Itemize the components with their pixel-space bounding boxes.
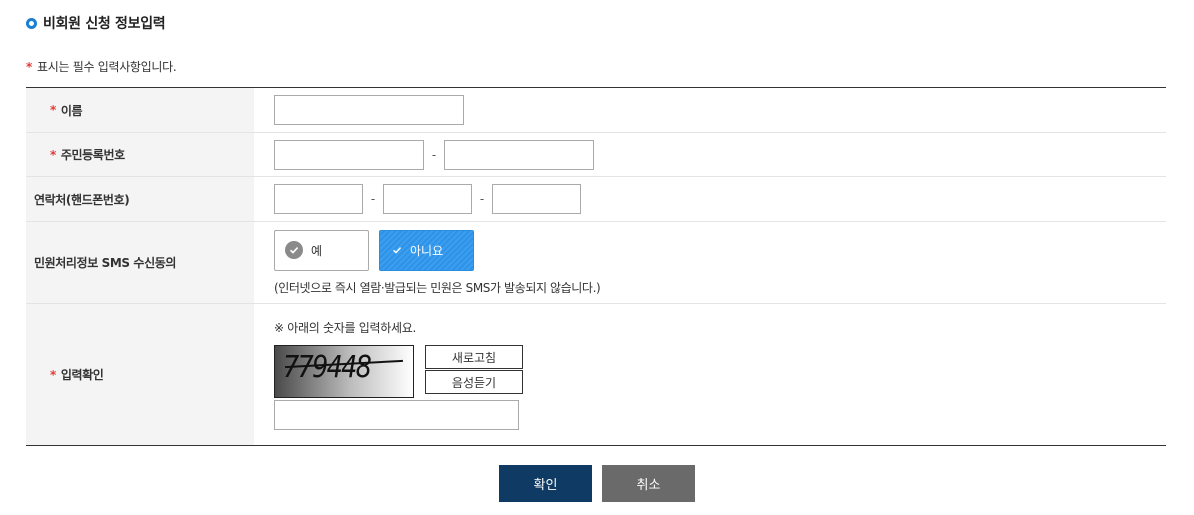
label-phone: 연락처(핸드폰번호) bbox=[26, 177, 254, 221]
sms-yes-label: 예 bbox=[311, 243, 323, 258]
row-name: * 이름 bbox=[26, 88, 1166, 133]
required-star-icon: * bbox=[50, 367, 56, 382]
captcha-refresh-button[interactable]: 새로고침 bbox=[425, 345, 523, 369]
label-rrn: * 주민등록번호 bbox=[26, 133, 254, 176]
sms-no-label: 아니요 bbox=[410, 243, 444, 258]
page-title: 비회원 신청 정보입력 bbox=[43, 16, 166, 32]
phone-part3-input[interactable] bbox=[492, 184, 581, 214]
label-rrn-text: 주민등록번호 bbox=[60, 148, 125, 162]
label-name-text: 이름 bbox=[60, 103, 83, 118]
row-phone: 연락처(핸드폰번호) - - bbox=[26, 177, 1166, 222]
label-captcha-text: 입력확인 bbox=[60, 368, 104, 382]
circle-bullet-icon bbox=[26, 17, 37, 29]
label-phone-text: 연락처(핸드폰번호) bbox=[34, 192, 130, 207]
section-title: 비회원 신청 정보입력 bbox=[26, 13, 166, 33]
required-note-text: 표시는 필수 입력사항입니다. bbox=[36, 60, 177, 74]
required-star-icon: * bbox=[26, 59, 32, 74]
captcha-image: 779448 bbox=[274, 345, 414, 398]
check-icon bbox=[390, 241, 404, 259]
row-sms: 민원처리정보 SMS 수신동의 예 아니요 (인터넷으로 즉시 열람·발급되는 … bbox=[26, 222, 1166, 304]
rrn-front-input[interactable] bbox=[274, 139, 424, 170]
check-circle-icon bbox=[285, 241, 303, 259]
confirm-button[interactable]: 확인 bbox=[499, 465, 592, 502]
form-table: * 이름 * 주민등록번호 - 연락처(핸드폰번호) - - 민원처리정보 SM… bbox=[26, 87, 1166, 446]
label-sms: 민원처리정보 SMS 수신동의 bbox=[26, 222, 254, 303]
captcha-note: ※ 아래의 숫자를 입력하세요. bbox=[274, 321, 416, 335]
rrn-separator: - bbox=[431, 147, 437, 162]
phone-separator-2: - bbox=[479, 192, 485, 206]
label-captcha: * 입력확인 bbox=[26, 304, 254, 445]
row-rrn: * 주민등록번호 - bbox=[26, 133, 1166, 177]
required-star-icon: * bbox=[50, 103, 56, 117]
name-input[interactable] bbox=[274, 95, 464, 125]
phone-part2-input[interactable] bbox=[383, 184, 472, 214]
phone-part1-input[interactable] bbox=[274, 184, 363, 214]
label-sms-text: 민원처리정보 SMS 수신동의 bbox=[34, 256, 176, 270]
captcha-input[interactable] bbox=[274, 400, 519, 430]
sms-no-option[interactable]: 아니요 bbox=[379, 229, 474, 271]
rrn-back-input[interactable] bbox=[444, 139, 594, 170]
row-captcha: * 입력확인 ※ 아래의 숫자를 입력하세요. 779448 새로고침 음성듣기 bbox=[26, 304, 1166, 445]
sms-yes-option[interactable]: 예 bbox=[274, 229, 369, 271]
required-star-icon: * bbox=[50, 147, 56, 162]
sms-note: (인터넷으로 즉시 열람·발급되는 민원은 SMS가 발송되지 않습니다.) bbox=[274, 280, 601, 295]
cancel-button[interactable]: 취소 bbox=[602, 465, 695, 502]
required-note: * 표시는 필수 입력사항입니다. bbox=[26, 58, 177, 75]
phone-separator-1: - bbox=[370, 192, 376, 206]
action-buttons: 확인 취소 bbox=[0, 465, 1194, 502]
label-name: * 이름 bbox=[26, 88, 254, 132]
captcha-audio-button[interactable]: 음성듣기 bbox=[425, 370, 523, 394]
sms-options: 예 아니요 bbox=[274, 229, 474, 271]
